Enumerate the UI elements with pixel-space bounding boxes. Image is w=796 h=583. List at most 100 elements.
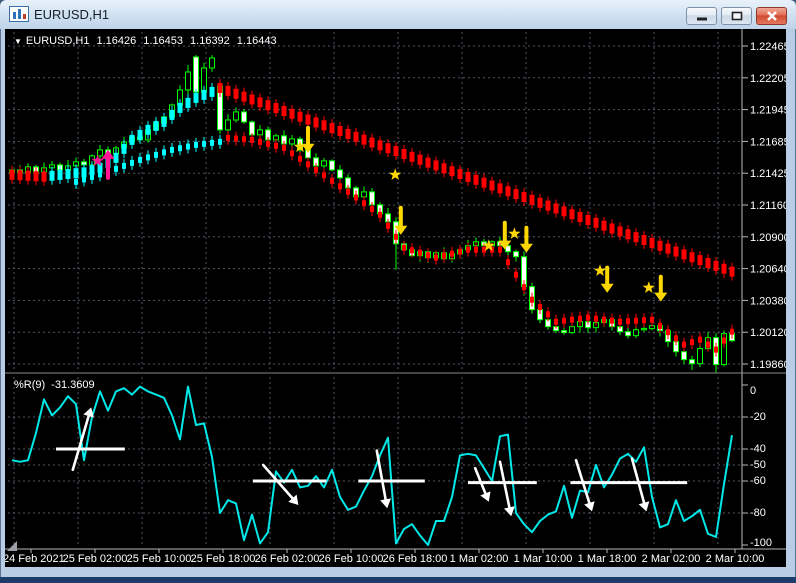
candle: [689, 359, 695, 365]
trend-dot-minor: [554, 318, 558, 325]
candle: [193, 56, 199, 93]
trend-dot-minor: [162, 149, 166, 156]
trend-dot-major: [473, 174, 479, 185]
trend-dot-minor: [458, 248, 462, 255]
indicator-axis-label: -50: [750, 459, 766, 471]
annotation-down-arrow-icon-head: [380, 498, 391, 509]
trend-dot-major: [185, 97, 191, 108]
trend-dot-minor: [602, 316, 606, 323]
time-axis-label: 25 Feb 10:00: [127, 553, 192, 565]
trend-dot-major: [137, 129, 143, 140]
trend-dot-minor: [402, 244, 406, 251]
trend-dot-major: [337, 126, 343, 137]
trend-dot-minor: [674, 335, 678, 342]
trend-dot-major: [625, 229, 631, 240]
trend-dot-major: [17, 170, 23, 181]
trend-dot-minor: [650, 316, 654, 323]
header-close: 1.16443: [236, 35, 277, 47]
trend-dot-major: [585, 214, 591, 225]
time-axis-label: 1 Mar 18:00: [578, 553, 637, 565]
trend-dot-major: [729, 266, 735, 277]
trend-dot-minor: [386, 222, 390, 229]
candle: [625, 331, 631, 337]
trend-dot-major: [417, 154, 423, 165]
candle: [569, 326, 575, 334]
trend-dot-minor: [442, 252, 446, 259]
minimize-button[interactable]: [686, 7, 717, 25]
trend-dot-major: [289, 108, 295, 119]
trend-dot-major: [305, 114, 311, 125]
trend-dot-major: [713, 260, 719, 271]
buy-arrow-icon-head: [101, 149, 115, 159]
time-axis-label: 26 Feb 10:00: [319, 553, 384, 565]
indicator-name: %R(9): [14, 379, 46, 391]
price-axis-label: 1.20380: [750, 295, 786, 307]
trend-dot-major: [561, 206, 567, 217]
trend-dot-minor: [682, 341, 686, 348]
indicator-resize-grip[interactable]: [7, 541, 17, 551]
annotation-down-arrow-icon: [375, 449, 388, 503]
trend-dot-minor: [338, 183, 342, 190]
trend-dot-minor: [586, 314, 590, 321]
restore-button[interactable]: [721, 7, 752, 25]
trend-dot-minor: [178, 145, 182, 152]
chart-symbol-header[interactable]: ▼ EURUSD,H1 1.16426 1.16453 1.16392 1.16443: [14, 35, 284, 47]
trend-dot-major: [433, 160, 439, 171]
indicator-value: -31.3609: [51, 379, 95, 391]
trend-dot-minor: [530, 296, 534, 303]
close-button[interactable]: [756, 7, 787, 25]
time-axis-label: 26 Feb 02:00: [255, 553, 320, 565]
trend-dot-major: [369, 137, 375, 148]
trend-dot-major: [593, 217, 599, 228]
candle: [257, 129, 263, 136]
trend-dot-major: [129, 134, 135, 145]
trend-dot-major: [113, 152, 119, 163]
candle: [329, 160, 335, 171]
time-axis-label: 1 Mar 10:00: [514, 553, 573, 565]
trend-dot-minor: [242, 136, 246, 143]
trend-dot-minor: [522, 284, 526, 291]
trend-dot-minor: [210, 139, 214, 146]
trend-dot-major: [65, 169, 71, 180]
trend-dot-major: [321, 120, 327, 131]
trend-dot-minor: [698, 336, 702, 343]
trend-dot-minor: [130, 159, 134, 166]
trend-dot-minor: [418, 249, 422, 256]
time-axis-label: 1 Mar 02:00: [450, 553, 509, 565]
trend-dot-minor: [122, 162, 126, 169]
trend-dot-major: [521, 192, 527, 203]
minimize-icon: [696, 17, 707, 20]
close-icon: [766, 11, 777, 21]
annotation-down-arrow-icon-head: [638, 501, 650, 512]
indicator-axis-label: -40: [750, 443, 766, 455]
signal-star-icon: [389, 168, 402, 180]
trend-dot-major: [457, 169, 463, 180]
trend-dot-major: [393, 146, 399, 157]
trend-dot-minor: [258, 138, 262, 145]
price-axis-label: 1.21160: [750, 200, 786, 212]
candle: [225, 119, 231, 131]
trend-dot-major: [633, 232, 639, 243]
trend-dot-major: [609, 223, 615, 234]
trend-dot-major: [665, 243, 671, 254]
trend-dot-major: [201, 89, 207, 100]
trend-dot-major: [537, 197, 543, 208]
chart-canvas[interactable]: 1.22465 1.22205 1.21945 1.21685 1.21425 1.211…: [5, 29, 786, 567]
trend-dot-minor: [202, 140, 206, 147]
indicator-axis-label: -100: [750, 537, 772, 549]
trend-dot-major: [529, 194, 535, 205]
trend-dot-major: [385, 143, 391, 154]
annotation-down-arrow-icon: [498, 460, 512, 511]
trend-dot-minor: [434, 254, 438, 261]
trend-dot-minor: [722, 337, 726, 344]
trend-dot-major: [657, 240, 663, 251]
indicator-axis-label: -20: [750, 411, 766, 423]
trend-dot-minor: [266, 140, 270, 147]
trend-dot-minor: [346, 188, 350, 195]
title-bar[interactable]: EURUSD,H1: [0, 0, 796, 29]
trend-dot-minor: [146, 154, 150, 161]
sell-arrow-icon-head: [654, 292, 668, 302]
trend-dot-minor: [250, 136, 254, 143]
candle: [337, 169, 343, 179]
trend-dot-major: [153, 120, 159, 131]
